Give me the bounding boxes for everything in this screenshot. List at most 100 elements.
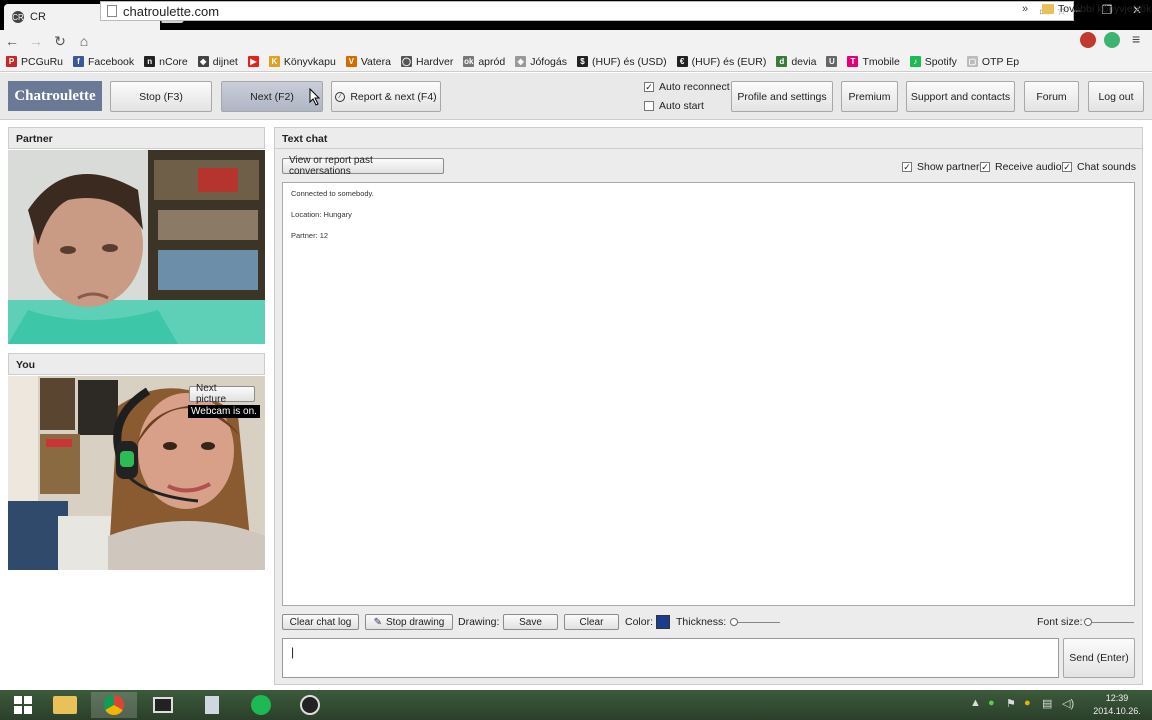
- stop-drawing-label: Stop drawing: [386, 616, 445, 628]
- bookmark-item[interactable]: P PCGuRu: [6, 56, 63, 68]
- bookmark-favicon-icon: ◯: [400, 56, 412, 67]
- extension-red-icon[interactable]: [1080, 32, 1096, 48]
- tray-utorrent-icon[interactable]: ●: [988, 697, 995, 709]
- auto-start-checkbox[interactable]: Auto start: [644, 100, 704, 112]
- taskbar-calculator[interactable]: [189, 692, 235, 718]
- taskbar-video-editor[interactable]: [140, 692, 186, 718]
- font-size-slider[interactable]: [1086, 622, 1134, 623]
- bookmarks-bar: P PCGuRu f Facebook n nCore ◆ dijnet ▶ K Könyvkapu…: [0, 52, 1152, 72]
- logout-button[interactable]: Log out: [1088, 81, 1144, 112]
- bookmark-item[interactable]: ▢ OTP Ep: [966, 55, 1020, 68]
- bookmark-item[interactable]: V Vatera: [345, 56, 391, 68]
- bookmark-label: devia: [791, 55, 817, 68]
- color-picker-icon[interactable]: [656, 615, 670, 629]
- bookmark-item[interactable]: U: [826, 56, 838, 67]
- bookmarks-more-icon[interactable]: »: [1022, 3, 1028, 15]
- bookmark-favicon-icon: $: [576, 56, 588, 67]
- stop-drawing-button[interactable]: ✎ Stop drawing: [365, 614, 453, 630]
- back-icon[interactable]: ←: [0, 33, 24, 49]
- chat-message: Location: Hungary: [291, 210, 352, 219]
- font-size-slider-knob[interactable]: [1084, 618, 1092, 626]
- chat-input[interactable]: |: [282, 638, 1059, 678]
- clock-date: 2014.10.26.: [1093, 706, 1141, 716]
- chat-sounds-checkbox[interactable]: ✓ Chat sounds: [1062, 161, 1136, 173]
- browser-toolbar: ← → ↻ ⌂: [0, 30, 1152, 52]
- taskbar-spotify[interactable]: [238, 692, 284, 718]
- start-button[interactable]: [0, 692, 46, 718]
- bookmark-item[interactable]: ♪ Spotify: [909, 56, 957, 68]
- support-contacts-button[interactable]: Support and contacts: [906, 81, 1015, 112]
- taskbar-clock[interactable]: 12:39 2014.10.26.: [1086, 692, 1148, 718]
- receive-audio-label: Receive audio: [995, 161, 1062, 173]
- bookmark-favicon-icon: n: [144, 56, 156, 67]
- bookmark-favicon-icon: P: [6, 56, 17, 67]
- bookmark-label: dijnet: [212, 55, 238, 68]
- bookmark-label: Könyvkapu: [283, 55, 336, 68]
- tray-network-icon[interactable]: ▤: [1042, 697, 1052, 710]
- report-next-button[interactable]: ⁄ Report & next (F4): [331, 81, 441, 112]
- clear-drawing-button[interactable]: Clear: [564, 614, 619, 630]
- clear-chat-log-button[interactable]: Clear chat log: [282, 614, 359, 630]
- tray-expand-icon[interactable]: ▲: [970, 697, 981, 709]
- bookmark-item[interactable]: ◯ Hardver: [400, 55, 454, 68]
- bookmark-label: PCGuRu: [21, 55, 64, 68]
- address-bar[interactable]: chatroulette.com ▭ ☆: [100, 1, 1074, 21]
- chrome-icon: [104, 695, 124, 715]
- bookmark-item[interactable]: ok apród: [463, 56, 505, 68]
- taskbar-explorer[interactable]: [42, 692, 88, 718]
- font-size-label: Font size:: [1037, 616, 1083, 628]
- stop-button[interactable]: Stop (F3): [110, 81, 212, 112]
- home-icon[interactable]: ⌂: [72, 33, 96, 49]
- bookmark-item[interactable]: $ (HUF) és (USD): [576, 56, 667, 68]
- other-bookmarks-label: További könyvjelzők: [1058, 3, 1152, 15]
- show-partner-checkbox[interactable]: ✓ Show partner: [902, 161, 979, 173]
- bookmark-item[interactable]: d devia: [776, 56, 816, 68]
- chat-message: Partner: 12: [291, 231, 329, 240]
- thickness-slider-knob[interactable]: [730, 618, 738, 626]
- bookmark-item[interactable]: T Tmobile: [847, 55, 900, 68]
- thickness-slider[interactable]: [732, 622, 780, 623]
- tray-norton-icon[interactable]: ●: [1024, 697, 1031, 709]
- reload-icon[interactable]: ↻: [48, 33, 72, 50]
- extension-green-icon[interactable]: [1104, 32, 1120, 48]
- obs-icon: [300, 695, 320, 715]
- other-bookmarks-folder[interactable]: További könyvjelzők: [1042, 3, 1151, 15]
- bookmark-item[interactable]: n nCore: [144, 56, 188, 68]
- premium-button[interactable]: Premium: [841, 81, 898, 112]
- bookmark-item[interactable]: K Könyvkapu: [268, 55, 336, 68]
- view-report-button[interactable]: View or report past conversations: [282, 155, 444, 177]
- tray-flag-icon[interactable]: ⚑: [1006, 697, 1016, 710]
- spotify-icon: [251, 695, 271, 715]
- show-partner-label: Show partner: [917, 161, 980, 173]
- bookmark-label: Tmobile: [862, 55, 900, 68]
- bookmark-item[interactable]: ▶: [247, 56, 259, 67]
- bookmark-item[interactable]: f Facebook: [73, 56, 134, 68]
- site-logo[interactable]: Chatroulette: [8, 81, 102, 111]
- auto-reconnect-checkbox[interactable]: ✓ Auto reconnect: [644, 81, 730, 93]
- taskbar-chrome[interactable]: [91, 692, 137, 718]
- bookmark-item[interactable]: ◆ dijnet: [197, 55, 238, 68]
- menu-icon[interactable]: ≡: [1132, 31, 1140, 47]
- save-drawing-button[interactable]: Save: [503, 614, 558, 630]
- next-button[interactable]: Next (F2): [221, 81, 323, 112]
- next-picture-button[interactable]: Next picture: [189, 383, 255, 405]
- bookmark-favicon-icon: ◈: [515, 56, 527, 67]
- bookmark-item[interactable]: € (HUF) és (EUR): [676, 55, 767, 68]
- tray-volume-icon[interactable]: ◁): [1062, 697, 1074, 710]
- partner-header: Partner: [8, 127, 265, 149]
- bookmark-favicon-icon: ♪: [909, 56, 921, 67]
- partner-video: [8, 150, 265, 344]
- send-button[interactable]: Send (Enter): [1063, 638, 1135, 678]
- bookmark-label: OTP Ep: [981, 55, 1020, 68]
- forum-button[interactable]: Forum: [1024, 81, 1079, 112]
- bookmark-item[interactable]: ◈ Jófogás: [515, 56, 567, 68]
- folder-icon: [53, 696, 77, 714]
- forward-icon[interactable]: →: [24, 33, 48, 49]
- bookmark-label: (HUF) és (EUR): [691, 55, 767, 68]
- taskbar-obs[interactable]: [287, 692, 333, 718]
- bookmark-label: Hardver: [415, 55, 454, 68]
- receive-audio-checkbox[interactable]: ✓ Receive audio: [980, 161, 1062, 173]
- checkbox-checked-icon: ✓: [902, 162, 912, 172]
- windows-logo-icon: [14, 696, 32, 714]
- profile-settings-button[interactable]: Profile and settings: [731, 81, 833, 112]
